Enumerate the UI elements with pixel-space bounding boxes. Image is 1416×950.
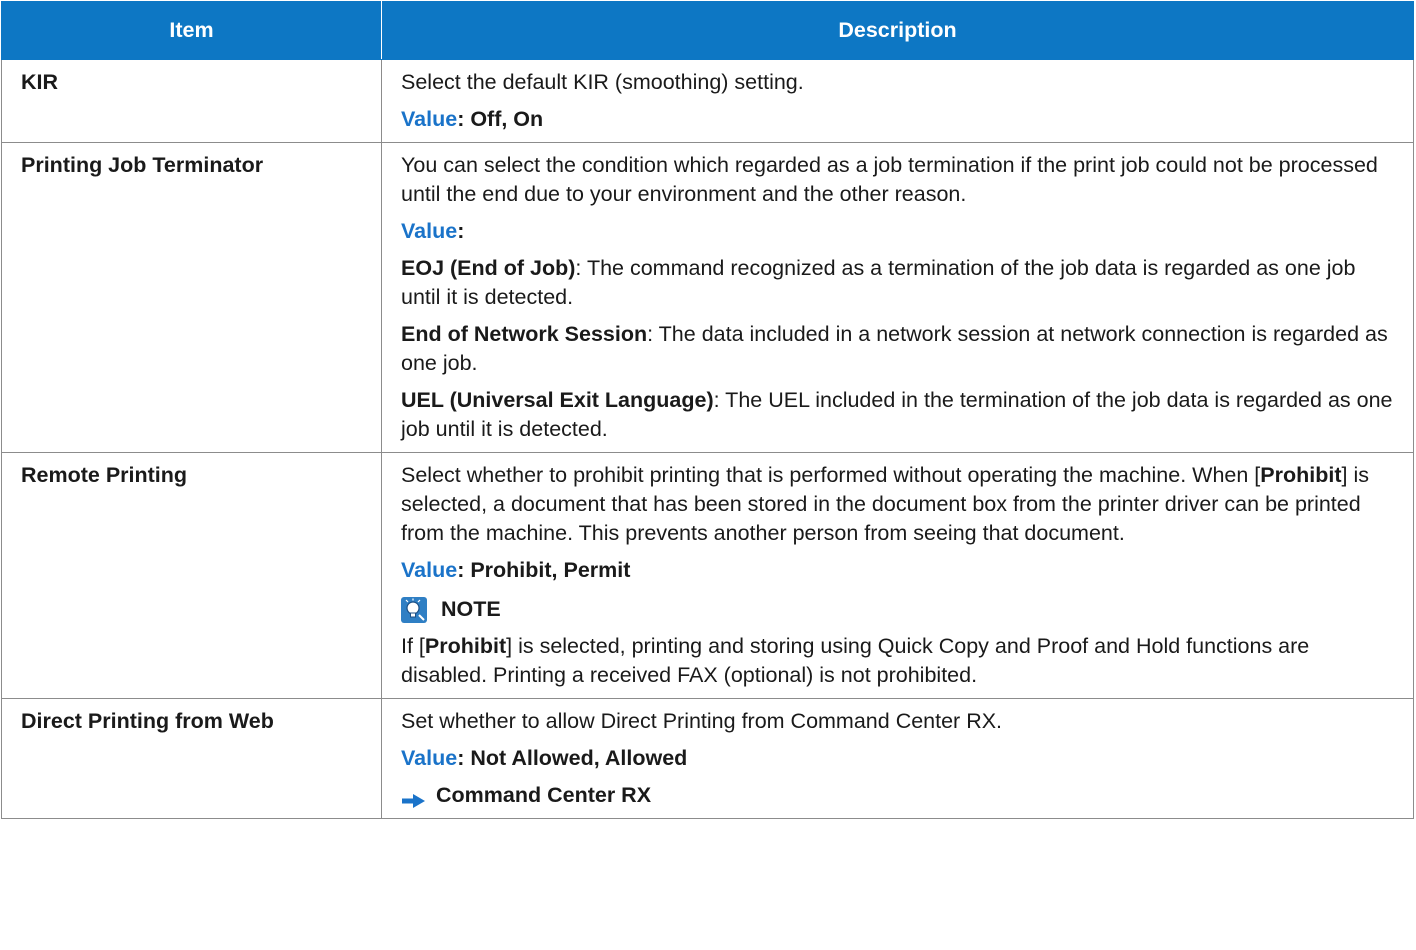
- item-cell-kir: KIR: [1, 59, 382, 143]
- cross-reference-label[interactable]: Command Center RX: [436, 781, 651, 810]
- table-row-direct-printing-from-web: Direct Printing from Web Set whether to …: [1, 698, 1414, 819]
- text-bold-prohibit: Prohibit: [1260, 463, 1342, 487]
- table-row-printing-job-terminator: Printing Job Terminator You can select t…: [1, 142, 1414, 453]
- value-label: Value: [401, 746, 458, 770]
- item-cell-printing-job-terminator: Printing Job Terminator: [1, 142, 382, 453]
- text-part: If [: [401, 634, 425, 658]
- description-text: Select the default KIR (smoothing) setti…: [401, 70, 804, 94]
- text-part: Select whether to prohibit printing that…: [401, 463, 1261, 487]
- table-header-row: Item Description: [1, 1, 1414, 60]
- lightbulb-note-icon: [401, 596, 427, 623]
- column-header-description: Description: [381, 1, 1414, 60]
- value-options: : Prohibit, Permit: [457, 558, 631, 582]
- value-colon: :: [457, 219, 465, 243]
- option-end-of-network-session: End of Network Session: The data include…: [401, 320, 1397, 378]
- note-text: If [Prohibit] is selected, printing and …: [401, 632, 1397, 690]
- settings-table: Item Description KIR Select the default …: [1, 1, 1414, 819]
- value-label: Value: [401, 219, 458, 243]
- column-header-item: Item: [1, 1, 382, 60]
- description-cell-kir: Select the default KIR (smoothing) setti…: [381, 59, 1414, 143]
- option-name: EOJ (End of Job): [401, 256, 576, 280]
- cross-reference-link[interactable]: Command Center RX: [401, 781, 1397, 810]
- value-line: Value: Prohibit, Permit: [401, 556, 1397, 585]
- value-label: Value: [401, 107, 458, 131]
- description-text: You can select the condition which regar…: [401, 153, 1378, 206]
- text-bold-prohibit: Prohibit: [424, 634, 507, 658]
- description-cell-printing-job-terminator: You can select the condition which regar…: [381, 142, 1414, 453]
- description-text: Select whether to prohibit printing that…: [401, 461, 1397, 548]
- value-options: : Off, On: [457, 107, 544, 131]
- option-name: End of Network Session: [401, 322, 648, 346]
- item-cell-remote-printing: Remote Printing: [1, 452, 382, 699]
- table-row-kir: KIR Select the default KIR (smoothing) s…: [1, 59, 1414, 143]
- text-part: ] is selected, printing and storing usin…: [401, 634, 1310, 687]
- option-eoj: EOJ (End of Job): The command recognized…: [401, 254, 1397, 312]
- value-options: : Not Allowed, Allowed: [457, 746, 688, 770]
- table-row-remote-printing: Remote Printing Select whether to prohib…: [1, 452, 1414, 699]
- value-label: Value: [401, 558, 458, 582]
- note-heading: NOTE: [401, 595, 1397, 624]
- description-text: Set whether to allow Direct Printing fro…: [401, 709, 1003, 733]
- value-line: Value: Off, On: [401, 105, 1397, 134]
- description-cell-remote-printing: Select whether to prohibit printing that…: [381, 452, 1414, 699]
- note-title: NOTE: [441, 597, 501, 621]
- description-cell-direct-printing-from-web: Set whether to allow Direct Printing fro…: [381, 698, 1414, 819]
- value-line: Value:: [401, 217, 1397, 246]
- item-cell-direct-printing-from-web: Direct Printing from Web: [1, 698, 382, 819]
- option-name: UEL (Universal Exit Language): [401, 388, 714, 412]
- option-uel: UEL (Universal Exit Language): The UEL i…: [401, 386, 1397, 444]
- arrow-right-icon: [401, 788, 426, 808]
- value-line: Value: Not Allowed, Allowed: [401, 744, 1397, 773]
